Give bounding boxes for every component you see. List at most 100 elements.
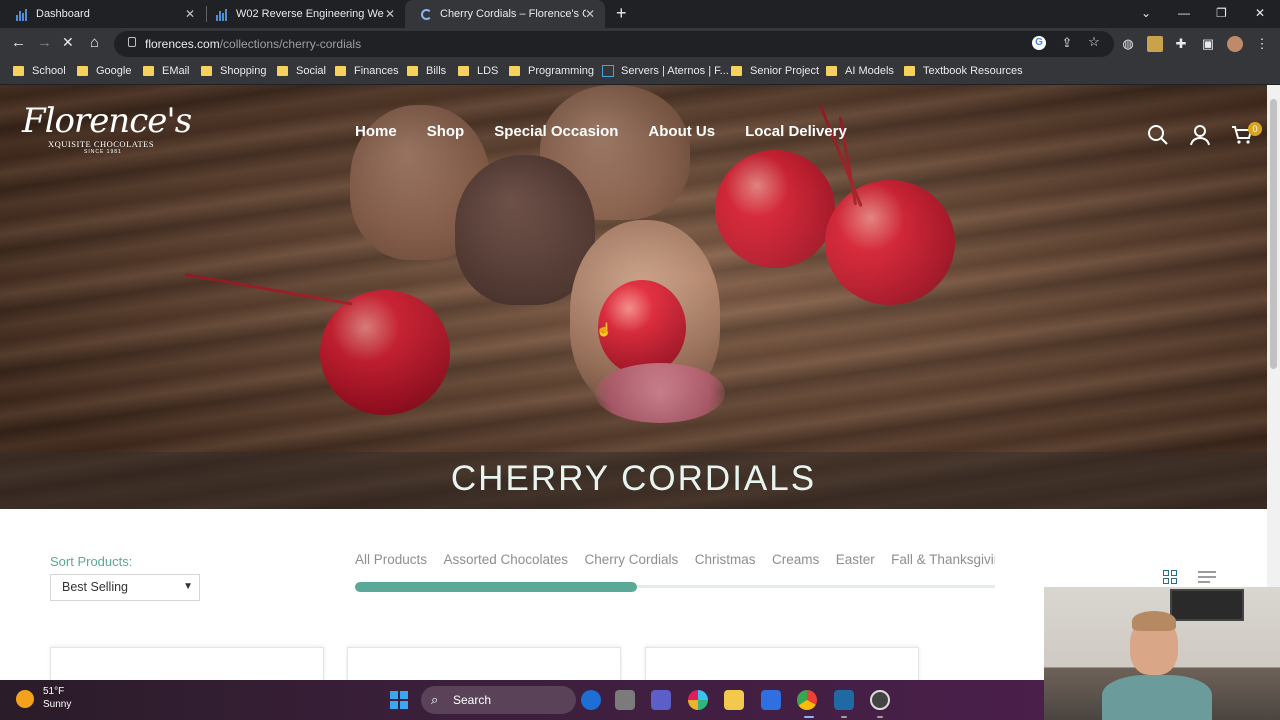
window-close-icon[interactable]: ✕	[1255, 6, 1265, 20]
product-card[interactable]	[347, 647, 621, 680]
folder-icon	[826, 66, 837, 76]
bookmark-finances[interactable]: Finances	[335, 65, 399, 77]
list-view-icon[interactable]	[1198, 571, 1216, 583]
obs-icon[interactable]	[870, 690, 890, 710]
weather-desc: Sunny	[43, 699, 72, 710]
menu-kebab-icon[interactable]: ⋮	[1254, 36, 1270, 52]
grid-view-icon[interactable]	[1163, 570, 1177, 584]
bookmark-label: Servers | Aternos | F...	[621, 65, 729, 77]
bookmark-textbook-resources[interactable]: Textbook Resources	[904, 65, 1023, 77]
address-bar[interactable]: florences.com/collections/cherry-cordial…	[114, 31, 1114, 57]
bookmark-social[interactable]: Social	[277, 65, 326, 77]
bookmark-bills[interactable]: Bills	[407, 65, 446, 77]
bookmark-label: Senior Project	[750, 65, 820, 77]
nav-shop[interactable]: Shop	[427, 123, 465, 140]
search-icon[interactable]	[1146, 123, 1170, 147]
windows-start-icon[interactable]	[390, 691, 408, 709]
cart-count-badge: 0	[1248, 122, 1262, 136]
browser-tab-w02[interactable]: W02 Reverse Engineering Website ✕	[200, 0, 405, 28]
category-tab-assorted-chocolates[interactable]: Assorted Chocolates	[443, 552, 568, 567]
bookmark-shopping[interactable]: Shopping	[201, 65, 267, 77]
folder-icon	[731, 66, 742, 76]
browser-tab-strip: Dashboard ✕ W02 Reverse Engineering Webs…	[0, 0, 1280, 28]
logo-since: SINCE 1981	[84, 149, 122, 155]
tab-search-icon[interactable]: ⌄	[1141, 6, 1151, 20]
bing-icon[interactable]	[581, 690, 601, 710]
category-tab-easter[interactable]: Easter	[836, 552, 875, 567]
bookmarks-bar: School Google EMail Shopping Social Fina…	[0, 60, 1280, 85]
slack-icon[interactable]	[688, 690, 708, 710]
weather-widget[interactable]: 51°F Sunny	[16, 686, 71, 712]
close-tab-icon[interactable]: ✕	[185, 7, 195, 21]
page-title: CHERRY CORDIALS	[450, 459, 817, 498]
bookmark-servers[interactable]: Servers | Aternos | F...	[602, 65, 729, 77]
chevron-down-icon: ▼	[183, 581, 193, 592]
new-tab-button[interactable]: +	[616, 3, 627, 24]
browser-tab-cherry-cordials[interactable]: Cherry Cordials – Florence's Chocolates …	[405, 0, 605, 28]
category-tab-all-products[interactable]: All Products	[355, 552, 427, 567]
forward-arrow-icon[interactable]: →	[37, 34, 52, 51]
google-icon[interactable]: G	[1032, 36, 1046, 50]
vscode-icon[interactable]	[834, 690, 854, 710]
extension-icon[interactable]: ◍	[1120, 36, 1136, 52]
extensions-puzzle-icon[interactable]: ✚	[1173, 36, 1189, 52]
category-tabs: All Products Assorted Chocolates Cherry …	[355, 551, 995, 571]
back-arrow-icon[interactable]: ←	[11, 34, 26, 51]
minimize-icon[interactable]: —	[1178, 6, 1190, 20]
extension-avatar-icon[interactable]	[1147, 36, 1163, 52]
bookmark-email[interactable]: EMail	[143, 65, 190, 77]
home-icon[interactable]: ⌂	[90, 34, 99, 51]
folder-icon	[77, 66, 88, 76]
side-panel-icon[interactable]: ▣	[1200, 36, 1216, 52]
chart-favicon-icon	[16, 7, 30, 21]
account-icon[interactable]	[1188, 123, 1212, 147]
bookmark-lds[interactable]: LDS	[458, 65, 498, 77]
task-view-icon[interactable]	[615, 690, 635, 710]
product-card[interactable]	[50, 647, 324, 680]
bookmark-ai-models[interactable]: AI Models	[826, 65, 894, 77]
browser-tab-dashboard[interactable]: Dashboard ✕	[0, 0, 205, 28]
tab-title: Cherry Cordials – Florence's Chocolates	[440, 8, 586, 20]
scrollbar-thumb[interactable]	[1270, 99, 1277, 369]
bookmark-label: LDS	[477, 65, 499, 77]
teams-chat-icon[interactable]	[651, 690, 671, 710]
person-hair	[1132, 611, 1176, 631]
bookmark-star-icon[interactable]: ☆	[1086, 34, 1102, 50]
bookmark-label: Social	[296, 65, 326, 77]
active-app-indicator	[804, 716, 814, 718]
sort-label: Sort Products:	[50, 554, 133, 569]
profile-avatar-icon[interactable]	[1227, 36, 1243, 52]
chrome-icon[interactable]	[797, 690, 817, 710]
bookmark-programming[interactable]: Programming	[509, 65, 594, 77]
category-tab-creams[interactable]: Creams	[772, 552, 819, 567]
sort-select[interactable]: Best Selling ▼	[50, 574, 200, 601]
maximize-icon[interactable]: ❐	[1216, 6, 1227, 20]
tab-title: W02 Reverse Engineering Website	[236, 8, 384, 20]
lock-icon	[128, 37, 136, 47]
nav-local-delivery[interactable]: Local Delivery	[745, 123, 847, 140]
bookmark-school[interactable]: School	[13, 65, 66, 77]
share-icon[interactable]: ⇪	[1059, 35, 1075, 51]
close-tab-icon[interactable]: ✕	[585, 7, 595, 21]
site-logo[interactable]: Florence's XQUISITE CHOCOLATES SINCE 198…	[22, 103, 192, 165]
bookmark-senior-project[interactable]: Senior Project	[731, 65, 819, 77]
nav-special-occasion[interactable]: Special Occasion	[494, 123, 618, 140]
close-tab-icon[interactable]: ✕	[385, 7, 395, 21]
nav-home[interactable]: Home	[355, 123, 397, 140]
aternos-icon	[602, 65, 614, 77]
category-tab-cherry-cordials[interactable]: Cherry Cordials	[585, 552, 679, 567]
product-card[interactable]	[645, 647, 919, 680]
wall-frame-image	[1170, 589, 1244, 621]
microsoft-store-icon[interactable]	[761, 690, 781, 710]
file-explorer-icon[interactable]	[724, 690, 744, 710]
nav-about-us[interactable]: About Us	[648, 123, 715, 140]
taskbar-search[interactable]: ⌕ Search	[421, 686, 576, 714]
folder-icon	[458, 66, 469, 76]
hand-cursor-icon: ☝	[596, 322, 613, 337]
category-tab-fall-thanksgiving[interactable]: Fall & Thanksgiving	[891, 552, 995, 567]
weather-temp: 51°F	[43, 686, 65, 697]
category-scroll-thumb[interactable]	[355, 582, 637, 592]
bookmark-google[interactable]: Google	[77, 65, 131, 77]
stop-loading-icon[interactable]: ✕	[62, 34, 74, 51]
category-tab-christmas[interactable]: Christmas	[695, 552, 756, 567]
